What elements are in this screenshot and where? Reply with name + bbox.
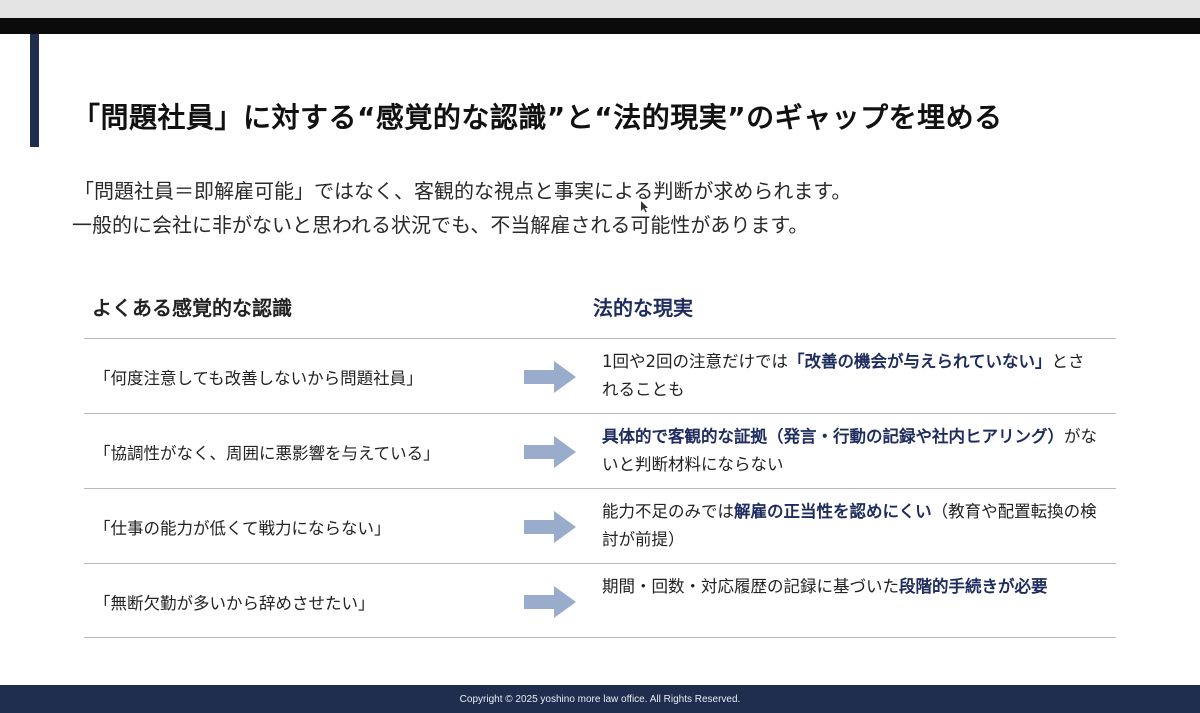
copyright-text: Copyright © 2025 yoshino more law office…	[459, 693, 741, 705]
reality-plain: 1回や2回の注意だけでは	[602, 352, 788, 371]
perception-text: 「仕事の能力が低くて戦力にならない」	[94, 518, 391, 538]
perception-text: 「協調性がなく、周囲に悪影響を与えている」	[94, 443, 440, 463]
reality-highlight: 解雇の正当性を認めにくい	[734, 502, 932, 521]
right-arrow-icon	[524, 586, 576, 618]
table-row: 「無断欠勤が多いから辞めさせたい」 期間・回数・対応履歴の記録に基づいた段階的手…	[84, 563, 1116, 638]
perception-text: 「無断欠勤が多いから辞めさせたい」	[94, 593, 375, 613]
reality-text: 期間・回数・対応履歴の記録に基づいた段階的手続きが必要	[602, 573, 1097, 601]
intro-line-1: 「問題社員＝即解雇可能」ではなく、客観的な視点と事実による判断が求められます。	[74, 179, 852, 203]
reality-highlight: 「改善の機会が与えられていない」	[788, 352, 1052, 371]
right-arrow-icon	[524, 436, 576, 468]
right-arrow-icon	[524, 511, 576, 543]
perception-text: 「何度注意しても改善しないから問題社員」	[94, 368, 423, 388]
table-row: 「仕事の能力が低くて戦力にならない」 能力不足のみでは解雇の正当性を認めにくい（…	[84, 488, 1116, 563]
reality-text: 1回や2回の注意だけでは「改善の機会が与えられていない」とされることも	[602, 348, 1097, 404]
mouse-cursor-icon	[641, 201, 648, 213]
reality-plain: 能力不足のみでは	[602, 502, 734, 521]
intro-text: 「問題社員＝即解雇可能」ではなく、客観的な視点と事実による判断が求められます。 …	[72, 174, 852, 242]
reality-text: 能力不足のみでは解雇の正当性を認めにくい（教育や配置転換の検討が前提）	[602, 498, 1097, 554]
comparison-table: 「何度注意しても改善しないから問題社員」 1回や2回の注意だけでは「改善の機会が…	[84, 338, 1116, 638]
slide-top-border	[0, 18, 1200, 34]
title-accent-bar	[30, 34, 39, 147]
table-row: 「協調性がなく、周囲に悪影響を与えている」 具体的で客観的な証拠（発言・行動の記…	[84, 413, 1116, 488]
right-column-header: 法的な現実	[593, 296, 693, 320]
intro-line-2: 一般的に会社に非がないと思われる状況でも、不当解雇される可能性があります。	[72, 213, 809, 237]
slide-title: 「問題社員」に対する“感覚的な認識”と“法的現実”のギャップを埋める	[72, 101, 1003, 134]
reality-highlight: 段階的手続きが必要	[899, 577, 1048, 596]
reality-highlight: 具体的で客観的な証拠（発言・行動の記録や社内ヒアリング）	[602, 427, 1064, 446]
slide-footer: Copyright © 2025 yoshino more law office…	[0, 685, 1200, 713]
reality-plain: 期間・回数・対応履歴の記録に基づいた	[602, 577, 899, 596]
table-row: 「何度注意しても改善しないから問題社員」 1回や2回の注意だけでは「改善の機会が…	[84, 338, 1116, 413]
right-arrow-icon	[524, 361, 576, 393]
window-top-strip	[0, 0, 1200, 18]
reality-text: 具体的で客観的な証拠（発言・行動の記録や社内ヒアリング）がないと判断材料にならな…	[602, 423, 1097, 479]
left-column-header: よくある感覚的な認識	[92, 296, 292, 320]
